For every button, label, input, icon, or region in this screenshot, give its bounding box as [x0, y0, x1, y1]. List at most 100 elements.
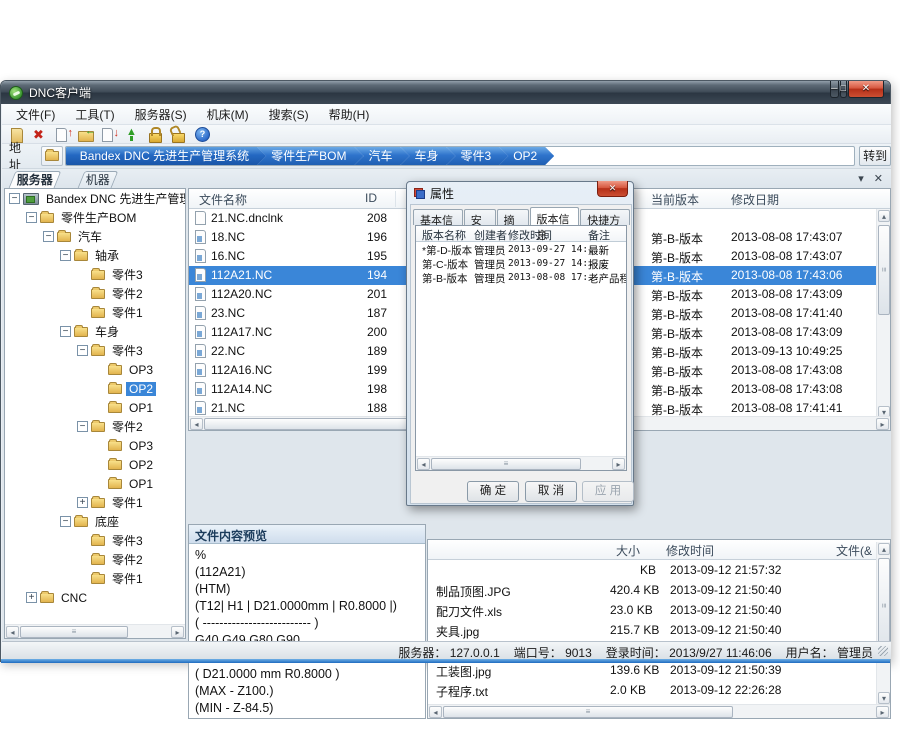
scroll-up-icon[interactable]: ▴ [878, 210, 890, 222]
tree-item[interactable]: OP3 [5, 436, 185, 455]
tree-item[interactable]: OP1 [5, 474, 185, 493]
list-item[interactable]: 制品顶图.JPG420.4 KB2013-09-12 21:50:40 [428, 580, 890, 600]
menu-item[interactable]: 工具(T) [65, 104, 124, 125]
list-item[interactable]: KB2013-09-12 21:57:32 [428, 560, 890, 580]
tree-item[interactable]: 零件2 [5, 550, 185, 569]
maximize-icon[interactable]: □ [840, 81, 847, 98]
tree-item[interactable]: −零件2 [5, 417, 185, 436]
menu-item[interactable]: 服务器(S) [125, 104, 197, 125]
breadcrumb-item[interactable]: 零件3 [447, 147, 509, 165]
minimize-icon[interactable]: ─ [830, 81, 838, 98]
scroll-right-icon[interactable]: ▸ [876, 418, 889, 430]
column-header-size[interactable]: 大小 [616, 542, 640, 559]
version-row[interactable]: 第-B-版本管理员2013-08-08 17:...老产品程序 [416, 270, 626, 284]
dialog-hscrollbar[interactable]: ◂ ▸ [416, 456, 626, 470]
tree-item[interactable]: OP1 [5, 398, 185, 417]
upload-icon[interactable] [122, 126, 142, 143]
scroll-thumb[interactable] [443, 706, 733, 718]
expander-icon[interactable]: − [77, 421, 88, 432]
expander-icon[interactable]: − [60, 326, 71, 337]
tab-machine[interactable]: 机器 [78, 171, 119, 188]
list-item[interactable]: 夹具.jpg215.7 KB2013-09-12 21:50:40 [428, 620, 890, 640]
tree-hscrollbar[interactable]: ◂ ▸ [5, 624, 185, 638]
ok-button[interactable]: 确 定 [467, 481, 519, 502]
tree-item[interactable]: 零件1 [5, 303, 185, 322]
version-row[interactable]: *第-D-版本管理员2013-09-27 14:...最新 [416, 242, 626, 256]
tree-item[interactable]: −车身 [5, 322, 185, 341]
scroll-right-icon[interactable]: ▸ [876, 706, 889, 718]
cancel-button[interactable]: 取 消 [525, 481, 577, 502]
tree-item[interactable]: +零件1 [5, 493, 185, 512]
breadcrumb-item[interactable]: Bandex DNC 先进生产管理系统 [66, 147, 266, 165]
scroll-right-icon[interactable]: ▸ [612, 458, 625, 470]
column-header-time[interactable]: 修改时间 [666, 542, 714, 559]
dialog-tab[interactable]: 摘要 [497, 209, 529, 225]
expander-icon[interactable]: + [77, 497, 88, 508]
lock-icon[interactable] [145, 126, 165, 143]
close-icon[interactable]: ✕ [848, 81, 884, 98]
tree-item[interactable]: +CNC [5, 588, 185, 607]
go-button[interactable]: 转到 [859, 146, 891, 166]
tree-item[interactable]: −零件3 [5, 341, 185, 360]
expander-icon[interactable]: − [60, 250, 71, 261]
scroll-up-icon[interactable]: ▴ [878, 543, 890, 555]
scroll-thumb[interactable] [431, 458, 581, 470]
tree-item[interactable]: OP2 [5, 455, 185, 474]
menu-item[interactable]: 文件(F) [6, 104, 65, 125]
column-header-note[interactable]: 备注 [588, 227, 610, 243]
column-header-date[interactable]: 修改日期 [731, 191, 779, 208]
tree-item[interactable]: 零件3 [5, 531, 185, 550]
menu-item[interactable]: 帮助(H) [319, 104, 380, 125]
tree-item[interactable]: −轴承 [5, 246, 185, 265]
scroll-thumb[interactable] [878, 225, 890, 315]
help-icon[interactable] [191, 126, 211, 143]
receive-folder-icon[interactable] [76, 126, 96, 143]
collapse-icon[interactable]: ▾ [858, 172, 864, 186]
version-row[interactable]: 第-C-版本管理员2013-09-27 14:...报废 [416, 256, 626, 270]
scroll-left-icon[interactable]: ◂ [6, 626, 19, 638]
expander-icon[interactable]: − [9, 193, 20, 204]
dialog-titlebar[interactable]: 属性 ✕ [407, 182, 633, 204]
unlock-icon[interactable] [168, 126, 188, 143]
list-item[interactable]: 工装图.jpg139.6 KB2013-09-12 21:50:39 [428, 660, 890, 680]
menu-item[interactable]: 搜索(S) [259, 104, 319, 125]
list-item[interactable]: 子程序.txt2.0 KB2013-09-12 22:26:28 [428, 680, 890, 700]
breadcrumb-item[interactable]: 零件生产BOM [257, 147, 363, 165]
expander-icon[interactable]: − [77, 345, 88, 356]
scroll-right-icon[interactable]: ▸ [171, 626, 184, 638]
scroll-left-icon[interactable]: ◂ [190, 418, 203, 430]
dialog-close-icon[interactable]: ✕ [597, 181, 628, 197]
resize-grip[interactable] [878, 646, 888, 656]
column-header-version-name[interactable]: 版本名称 [422, 227, 466, 243]
menu-item[interactable]: 机床(M) [197, 104, 259, 125]
check-out-icon[interactable] [99, 126, 119, 143]
column-header-file[interactable]: 文件(& [836, 542, 872, 559]
tree-item[interactable]: OP2 [5, 379, 185, 398]
column-header-version[interactable]: 当前版本 [651, 191, 699, 208]
tree-item[interactable]: −零件生产BOM [5, 208, 185, 227]
column-header-creator[interactable]: 创建者 [474, 227, 507, 243]
tab-server[interactable]: 服务器 [9, 171, 62, 188]
list-item[interactable]: 配刀文件.xls23.0 KB2013-09-12 21:50:40 [428, 600, 890, 620]
expander-icon[interactable]: − [26, 212, 37, 223]
dialog-tab[interactable]: 基本信息 [413, 209, 463, 225]
dialog-tab[interactable]: 版本信息 [530, 207, 580, 225]
scroll-left-icon[interactable]: ◂ [417, 458, 430, 470]
delete-icon[interactable] [30, 126, 50, 143]
window-titlebar[interactable]: DNC客户端 ─□✕ [1, 81, 890, 104]
expander-icon[interactable]: − [60, 516, 71, 527]
scroll-left-icon[interactable]: ◂ [429, 706, 442, 718]
tree-item[interactable]: 零件3 [5, 265, 185, 284]
scroll-thumb[interactable] [20, 626, 128, 638]
check-in-icon[interactable] [53, 126, 73, 143]
scroll-down-icon[interactable]: ▾ [878, 692, 890, 704]
column-header-id[interactable]: ID [365, 191, 377, 205]
expander-icon[interactable]: + [26, 592, 37, 603]
dialog-tab[interactable]: 安全 [464, 209, 496, 225]
scroll-thumb[interactable] [878, 558, 890, 654]
tree-item[interactable]: −汽车 [5, 227, 185, 246]
tree-item[interactable]: OP3 [5, 360, 185, 379]
attach-hscrollbar[interactable]: ◂ ▸ [428, 704, 890, 718]
tree-item[interactable]: 零件1 [5, 569, 185, 588]
close-icon[interactable]: ✕ [874, 172, 883, 186]
